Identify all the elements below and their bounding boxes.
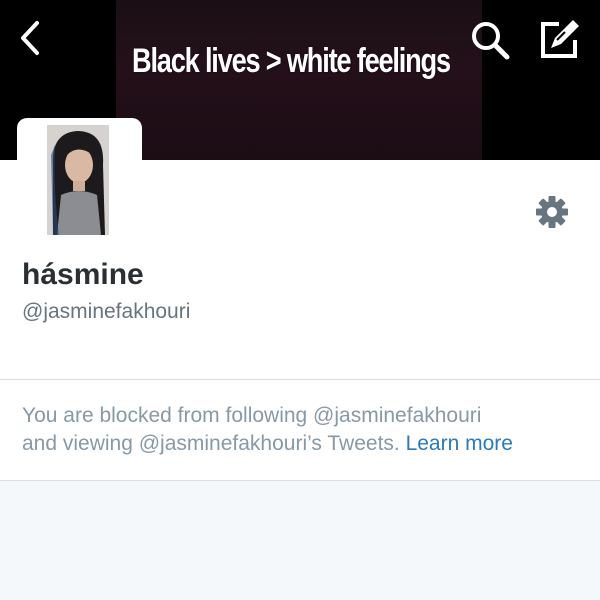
blocked-notice-line-2-text: and viewing @jasminefakhouri’s Tweets. bbox=[22, 432, 400, 455]
profile-handle: @jasminefakhouri bbox=[22, 300, 191, 323]
compose-button[interactable] bbox=[535, 16, 583, 62]
search-button[interactable] bbox=[468, 18, 512, 62]
chevron-left-icon bbox=[21, 21, 39, 55]
avatar-photo bbox=[47, 125, 109, 235]
display-name: hásmine bbox=[22, 258, 144, 291]
blocked-notice-line-1: You are blocked from following @jasminef… bbox=[22, 404, 482, 427]
avatar[interactable] bbox=[17, 118, 142, 248]
settings-button[interactable] bbox=[534, 194, 570, 230]
blocked-notice: You are blocked from following @jasminef… bbox=[0, 380, 600, 481]
blocked-notice-line-2: and viewing @jasminefakhouri’s Tweets. L… bbox=[22, 432, 513, 456]
compose-icon bbox=[541, 20, 579, 58]
gear-icon bbox=[536, 196, 568, 228]
banner-text: Black lives > white feelings bbox=[132, 42, 451, 80]
avatar-image bbox=[47, 125, 109, 235]
profile-screen: Black lives > white feelings hásmine @ja… bbox=[0, 0, 600, 600]
back-button[interactable] bbox=[10, 18, 50, 58]
learn-more-link[interactable]: Learn more bbox=[406, 432, 513, 455]
search-icon bbox=[472, 22, 510, 60]
